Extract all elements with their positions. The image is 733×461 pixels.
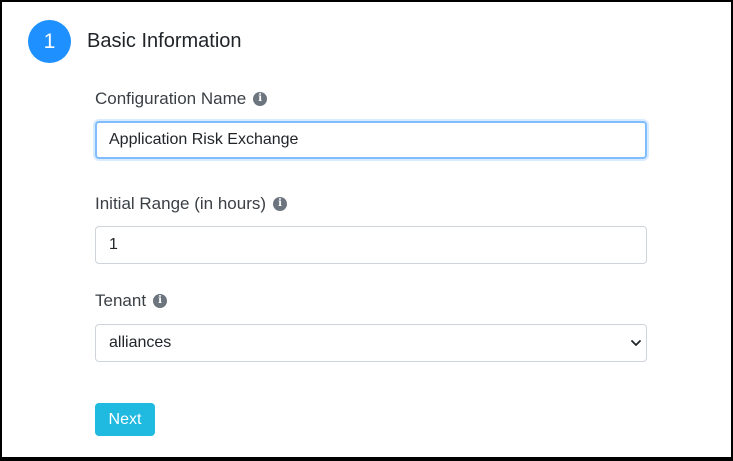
step-title: Basic Information (87, 30, 242, 52)
tenant-field-group: Tenant i alliances (95, 290, 647, 362)
info-icon[interactable]: i (253, 92, 268, 106)
tenant-label: Tenant (95, 291, 147, 310)
initial-range-label-row: Initial Range (in hours) i (95, 193, 647, 215)
info-icon[interactable]: i (273, 197, 288, 211)
config-wizard-panel: 1 Basic Information Configuration Name i… (0, 0, 733, 461)
config-name-label: Configuration Name (95, 89, 247, 108)
step-header: 1 Basic Information (28, 20, 242, 63)
tenant-select[interactable]: alliances (95, 324, 647, 362)
initial-range-value: 1 (109, 236, 118, 253)
config-name-input[interactable]: Application Risk Exchange (95, 121, 647, 159)
initial-range-field-group: Initial Range (in hours) i 1 (95, 193, 647, 264)
initial-range-input[interactable]: 1 (95, 226, 647, 264)
config-name-field-group: Configuration Name i Application Risk Ex… (95, 88, 647, 159)
tenant-selected-value: alliances (109, 334, 172, 351)
chevron-down-icon (631, 340, 641, 346)
tenant-label-row: Tenant i (95, 290, 647, 312)
step-number-badge: 1 (28, 20, 71, 63)
config-name-label-row: Configuration Name i (95, 88, 647, 110)
initial-range-label: Initial Range (in hours) (95, 194, 267, 213)
config-name-value: Application Risk Exchange (109, 131, 299, 148)
next-button[interactable]: Next (95, 403, 155, 436)
info-icon[interactable]: i (153, 294, 168, 308)
